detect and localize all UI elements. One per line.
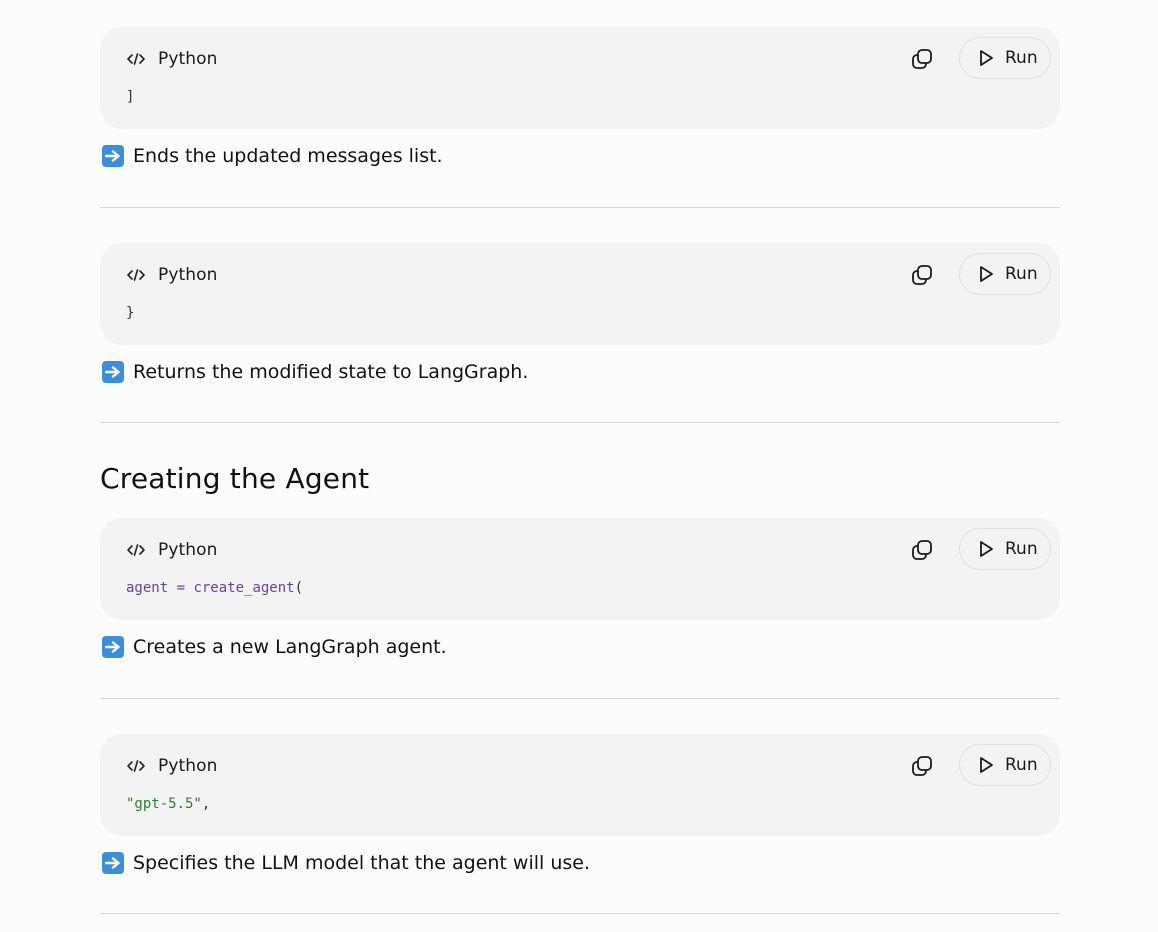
language-label: Python [158,265,218,285]
copy-icon [912,265,932,285]
code-block: Python Run "gpt-5.5", [100,734,1060,836]
copy-button[interactable] [908,536,936,564]
code-line: agent = create_agent( [126,580,303,596]
language-label: Python [158,540,218,560]
right-arrow-emoji-icon [102,361,124,383]
code-block-header: Python [126,263,218,287]
divider [100,207,1060,208]
run-label: Run [1005,755,1038,775]
run-button[interactable]: Run [959,528,1051,570]
run-button[interactable]: Run [959,744,1051,786]
run-button[interactable]: Run [959,253,1051,295]
play-icon [976,755,996,775]
code-icon [126,49,146,69]
copy-button[interactable] [908,752,936,780]
code-block: Python Run ] [100,27,1060,129]
code-block-header: Python [126,538,218,562]
explanation-label: Ends the updated messages list. [133,145,443,167]
explanation-label: Returns the modified state to LangGraph. [133,361,529,383]
explanation-label: Specifies the LLM model that the agent w… [133,852,591,874]
copy-icon [912,756,932,776]
play-icon [976,539,996,559]
language-label: Python [158,756,218,776]
copy-icon [912,49,932,69]
code-icon [126,540,146,560]
code-line: ] [126,89,134,105]
code-token: , [201,796,211,812]
right-arrow-emoji-icon [102,636,124,658]
divider [100,422,1060,423]
code-token: ( [294,580,304,596]
section-heading: Creating the Agent [100,462,370,495]
code-token: "gpt-5.5" [126,796,202,812]
copy-icon [912,540,932,560]
code-block: Python Run agent = create_agent( [100,518,1060,620]
language-label: Python [158,49,218,69]
explanation-text: Specifies the LLM model that the agent w… [102,851,590,875]
copy-button[interactable] [908,261,936,289]
explanation-text: Creates a new LangGraph agent. [102,635,447,659]
divider [100,913,1060,914]
right-arrow-emoji-icon [102,852,124,874]
run-label: Run [1005,539,1038,559]
code-block-header: Python [126,754,218,778]
explanation-text: Returns the modified state to LangGraph. [102,360,528,384]
code-icon [126,756,146,776]
code-token: = [168,580,194,596]
explanation-text: Ends the updated messages list. [102,144,443,168]
run-label: Run [1005,48,1038,68]
divider [100,698,1060,699]
play-icon [976,48,996,68]
code-token: agent [126,580,169,596]
code-token: } [126,305,135,321]
explanation-label: Creates a new LangGraph agent. [133,636,447,658]
run-label: Run [1005,264,1038,284]
copy-button[interactable] [908,45,936,73]
code-token: create_agent [193,580,295,596]
code-block: Python Run } [100,243,1060,345]
code-line: } [126,305,134,321]
code-icon [126,265,146,285]
right-arrow-emoji-icon [102,145,124,167]
code-line: "gpt-5.5", [126,796,210,812]
code-block-header: Python [126,47,218,71]
run-button[interactable]: Run [959,37,1051,79]
play-icon [976,264,996,284]
code-token: ] [126,89,135,105]
